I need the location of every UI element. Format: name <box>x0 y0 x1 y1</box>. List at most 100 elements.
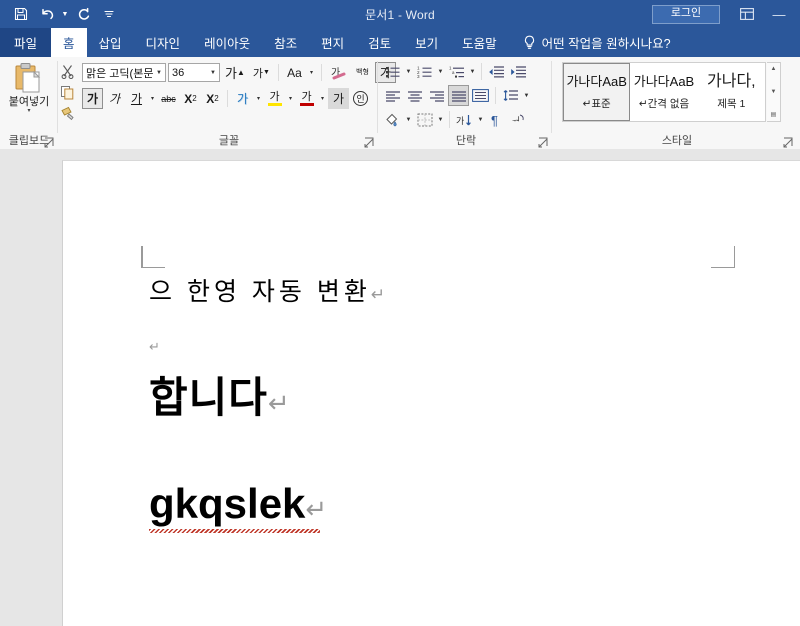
increase-indent-icon[interactable] <box>508 61 529 82</box>
copy-icon[interactable] <box>56 82 78 103</box>
bullets-caret-icon[interactable]: ▼ <box>404 69 413 75</box>
sign-in-button[interactable]: 로그인 <box>652 4 720 24</box>
shading-icon[interactable] <box>382 109 403 130</box>
text-effects-caret-icon[interactable]: ▾ <box>254 95 263 102</box>
document-line-4[interactable]: gkqslek↵ <box>149 479 327 534</box>
document-line-3[interactable]: 합니다↵ <box>149 373 290 428</box>
minimize-button[interactable]: — <box>762 0 796 28</box>
tab-review[interactable]: 검토 <box>356 28 403 57</box>
quick-access-toolbar: ▼ <box>8 0 122 28</box>
grow-font-button[interactable]: 가 ▲ <box>222 62 248 83</box>
bold-button[interactable]: 가 <box>82 88 103 109</box>
borders-icon[interactable] <box>414 109 435 130</box>
shading-caret-icon[interactable]: ▼ <box>404 117 413 123</box>
multilevel-caret-icon[interactable]: ▼ <box>468 69 477 75</box>
format-painter-icon[interactable] <box>56 103 78 124</box>
clear-formatting-icon[interactable]: 가 <box>327 62 350 83</box>
scroll-up-icon[interactable]: ▲ <box>771 65 777 73</box>
group-clipboard: 붙여넣기 ▾ 클립보드 <box>0 57 74 149</box>
group-separator <box>377 61 378 133</box>
bullets-icon[interactable] <box>382 61 403 82</box>
styles-more-icon[interactable]: ▤ <box>771 111 777 119</box>
paste-button[interactable]: 붙여넣기 ▾ <box>6 60 52 128</box>
superscript-button[interactable]: X2 <box>202 88 223 109</box>
document-page[interactable]: 으 한영 자동 변환↵ ↵ 합니다↵ gkqslek↵ <box>62 160 800 626</box>
align-center-icon[interactable] <box>404 85 425 106</box>
customize-quick-access-icon[interactable] <box>96 2 122 26</box>
sort-icon[interactable]: 가 <box>454 109 475 130</box>
subscript-button[interactable]: X2 <box>180 88 201 109</box>
highlight-caret-icon[interactable]: ▾ <box>286 95 295 102</box>
document-area[interactable]: 으 한영 자동 변환↵ ↵ 합니다↵ gkqslek↵ <box>0 149 800 626</box>
numbering-icon[interactable]: 123 <box>414 61 435 82</box>
multilevel-list-icon[interactable]: 1a <box>446 61 467 82</box>
character-shading-button[interactable]: 가 <box>328 88 349 109</box>
font-color-button[interactable]: 가 <box>296 88 317 109</box>
sort-caret-icon[interactable]: ▼ <box>476 117 485 123</box>
paragraph-row-1: ▼ 123 ▼ 1a ▼ <box>382 61 529 82</box>
character-shading-label: 가 <box>332 92 345 106</box>
style-item-normal[interactable]: 가나다AaB ↵표준 <box>563 63 631 121</box>
italic-button[interactable]: 가 <box>104 88 125 109</box>
show-formatting-marks-icon[interactable]: ¶ <box>486 109 507 130</box>
tab-layout[interactable]: 레이아웃 <box>192 28 262 57</box>
tab-home[interactable]: 홈 <box>51 28 87 57</box>
document-line-2[interactable]: ↵ <box>149 339 160 355</box>
chevron-down-icon[interactable]: ▼ <box>153 70 165 76</box>
save-icon[interactable] <box>8 2 34 26</box>
font-dialog-launcher[interactable] <box>364 135 375 148</box>
ribbon-display-options-icon[interactable] <box>732 0 762 28</box>
font-color-caret-icon[interactable]: ▾ <box>318 95 327 102</box>
align-left-icon[interactable] <box>382 85 403 106</box>
paragraph-dialog-launcher[interactable] <box>538 135 549 148</box>
scroll-down-icon[interactable]: ▼ <box>771 88 777 96</box>
line-spacing-icon[interactable] <box>500 85 521 106</box>
svg-text:가: 가 <box>456 116 464 126</box>
tell-me-box[interactable]: 어떤 작업을 원하시나요? <box>509 28 671 57</box>
distribute-icon[interactable] <box>470 85 491 106</box>
tab-file[interactable]: 파일 <box>0 28 52 57</box>
style-item-no-spacing[interactable]: 가나다AaB ↵간격 없음 <box>630 63 697 121</box>
document-line-1[interactable]: 으 한영 자동 변환↵ <box>149 277 385 310</box>
tab-design[interactable]: 디자인 <box>134 28 193 57</box>
paste-caret-icon[interactable]: ▾ <box>27 108 30 114</box>
tab-help[interactable]: 도움말 <box>450 28 509 57</box>
align-right-icon[interactable] <box>426 85 447 106</box>
font-size-combo[interactable]: 36 ▼ <box>168 63 220 82</box>
line-spacing-caret-icon[interactable]: ▼ <box>522 93 531 99</box>
shrink-font-button[interactable]: 가 ▼ <box>250 62 273 83</box>
styles-scrollbar[interactable]: ▲ ▼ ▤ <box>767 62 781 122</box>
underline-button[interactable]: 가 <box>126 88 147 109</box>
phonetic-guide-button[interactable]: 백형 <box>352 62 373 83</box>
borders-caret-icon[interactable]: ▼ <box>436 117 445 123</box>
cut-icon[interactable] <box>56 61 78 82</box>
highlight-button[interactable]: 가 <box>264 88 285 109</box>
underline-caret-icon[interactable]: ▾ <box>148 95 157 102</box>
style-item-heading-1[interactable]: 가나다, 제목 1 <box>698 63 765 121</box>
decrease-indent-icon[interactable] <box>486 61 507 82</box>
change-case-caret-icon[interactable]: ▾ <box>307 69 316 76</box>
asian-layout-icon[interactable]: ᅯ <box>508 109 529 130</box>
text-effects-button[interactable]: 가 <box>232 88 253 109</box>
paste-icon <box>12 61 46 95</box>
tab-insert[interactable]: 삽입 <box>87 28 134 57</box>
clipboard-small-buttons <box>56 61 78 124</box>
paragraph-row-2: ▼ <box>382 85 531 106</box>
tab-references[interactable]: 참조 <box>262 28 309 57</box>
font-name-combo[interactable]: 맑은 고딕(본문 ▼ <box>82 63 166 82</box>
styles-dialog-launcher[interactable] <box>783 135 794 148</box>
shrink-font-label: 가 <box>252 67 264 80</box>
redo-icon[interactable] <box>70 2 96 26</box>
chevron-down-icon[interactable]: ▼ <box>207 70 219 76</box>
enclose-character-button[interactable]: 인 <box>350 88 371 109</box>
strikethrough-button[interactable]: abc <box>158 88 179 109</box>
tab-view[interactable]: 보기 <box>403 28 450 57</box>
tab-mailings[interactable]: 편지 <box>309 28 356 57</box>
justify-icon[interactable] <box>448 85 469 106</box>
undo-icon[interactable] <box>34 2 60 26</box>
clipboard-dialog-launcher[interactable] <box>44 135 55 148</box>
font-size-value: 36 <box>172 66 185 79</box>
undo-dropdown-icon[interactable]: ▼ <box>60 2 70 26</box>
numbering-caret-icon[interactable]: ▼ <box>436 69 445 75</box>
change-case-button[interactable]: Aa <box>284 62 305 83</box>
